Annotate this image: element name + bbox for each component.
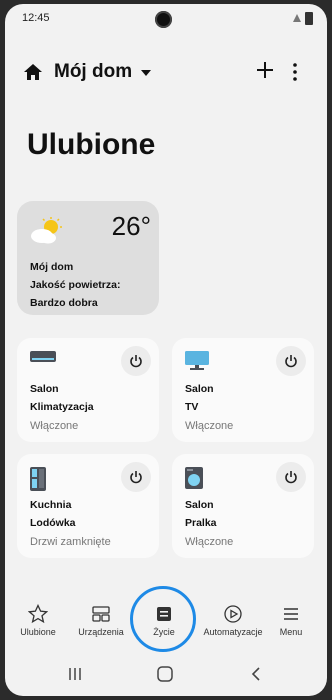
weather-card[interactable]: 26° Mój dom Jakość powietrza: Bardzo dob…	[17, 201, 159, 315]
battery-icon	[305, 12, 313, 25]
power-button[interactable]	[121, 462, 151, 492]
header: Mój dom	[5, 54, 327, 94]
device-status: Włączone	[185, 536, 234, 548]
nav-ulubione[interactable]: Ulubione	[6, 594, 70, 637]
signal-icon	[293, 14, 301, 22]
phone-screen: 12:45 Mój dom Ulubione 26° Mój dom Jakoś…	[5, 4, 327, 696]
device-room: Kuchnia	[30, 499, 72, 511]
power-icon	[285, 471, 297, 484]
power-button[interactable]	[276, 346, 306, 376]
add-icon[interactable]	[255, 60, 275, 80]
star-icon	[28, 604, 48, 624]
status-time: 12:45	[22, 12, 50, 24]
device-name: TV	[185, 401, 199, 413]
power-button[interactable]	[121, 346, 151, 376]
front-camera	[155, 11, 172, 28]
power-icon	[285, 355, 297, 368]
device-name: Lodówka	[30, 517, 76, 529]
active-tab-highlight	[130, 586, 196, 652]
device-status: Włączone	[30, 420, 79, 432]
more-options-icon[interactable]	[291, 62, 299, 82]
temperature: 26°	[111, 211, 151, 241]
device-card-washing-machine[interactable]: Salon Pralka Włączone	[172, 454, 314, 558]
play-circle-icon	[224, 605, 242, 623]
device-room: Salon	[185, 383, 214, 395]
nav-menu[interactable]: Menu	[259, 594, 323, 637]
devices-icon	[92, 606, 110, 622]
device-room: Salon	[30, 383, 59, 395]
device-card-air-conditioner[interactable]: Salon Klimatyzacja Włączone	[17, 338, 159, 442]
air-quality-value: Bardzo dobra	[30, 297, 98, 309]
device-status: Włączone	[185, 420, 234, 432]
menu-icon	[284, 608, 298, 620]
device-room: Salon	[185, 499, 214, 511]
tv-icon	[185, 351, 209, 370]
system-nav-bar	[5, 654, 327, 696]
home-icon[interactable]	[23, 62, 43, 82]
chevron-down-icon[interactable]	[141, 70, 151, 76]
fridge-icon	[30, 467, 46, 491]
device-name: Pralka	[185, 517, 217, 529]
nav-label: Automatyzacje	[203, 627, 263, 637]
device-name: Klimatyzacja	[30, 401, 94, 413]
nav-label: Ulubione	[20, 627, 56, 637]
nav-urzadzenia[interactable]: Urządzenia	[69, 594, 133, 637]
washing-machine-icon	[185, 467, 203, 489]
device-status: Drzwi zamknięte	[30, 536, 111, 548]
back-icon[interactable]	[249, 666, 263, 682]
nav-label: Menu	[279, 627, 303, 637]
air-quality-label: Jakość powietrza:	[30, 279, 121, 291]
power-icon	[130, 355, 142, 368]
recent-apps-icon[interactable]	[67, 666, 83, 682]
weather-location: Mój dom	[30, 261, 74, 273]
home-button-icon[interactable]	[156, 665, 174, 683]
power-icon	[130, 471, 142, 484]
nav-label: Urządzenia	[78, 627, 124, 637]
power-button[interactable]	[276, 462, 306, 492]
partly-sunny-icon	[31, 217, 62, 244]
home-selector[interactable]: Mój dom	[54, 61, 132, 83]
device-card-fridge[interactable]: Kuchnia Lodówka Drzwi zamknięte	[17, 454, 159, 558]
air-conditioner-icon	[30, 351, 56, 362]
device-card-tv[interactable]: Salon TV Włączone	[172, 338, 314, 442]
page-title: Ulubione	[27, 128, 156, 161]
nav-automatyzacje[interactable]: Automatyzacje	[201, 594, 265, 637]
status-bar: 12:45	[5, 4, 327, 32]
